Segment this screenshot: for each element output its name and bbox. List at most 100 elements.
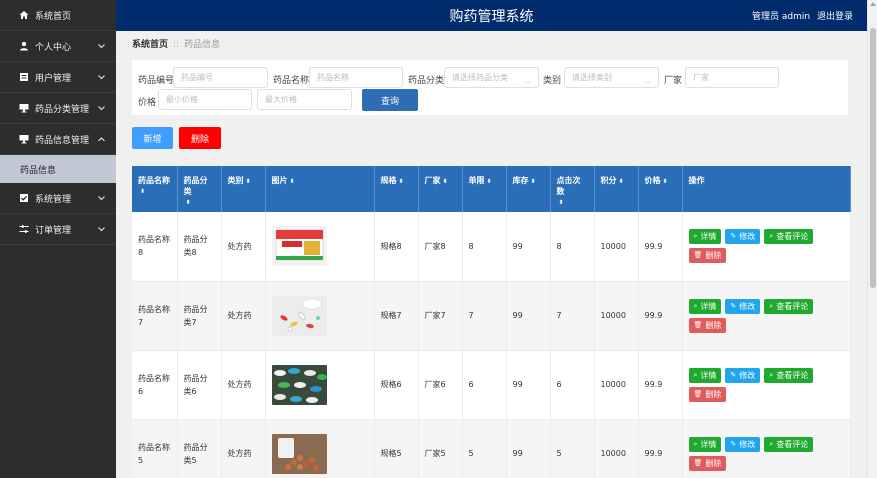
search-icon: ⌕ xyxy=(769,370,774,379)
maker-input[interactable]: 厂家 xyxy=(685,67,779,88)
chevron-down-icon: ⌵ xyxy=(524,77,531,86)
table-row: 药品名称7 药品分类7 处方药 规格7 厂家7 7 99 7 10000 99.… xyxy=(132,281,851,351)
cell-maker: 厂家7 xyxy=(418,281,463,351)
view-reviews-button[interactable]: ⌕ 查看评论 xyxy=(764,298,814,314)
column-header[interactable]: 类别 ⬍ xyxy=(221,166,266,212)
sidebar-item-home[interactable]: 系统首页 xyxy=(0,0,116,31)
sort-icon: ⬍ xyxy=(398,178,404,185)
edit-button[interactable]: ✎ 修改 xyxy=(725,436,761,452)
cell-spec: 规格8 xyxy=(374,212,419,282)
table-row: 药品名称6 药品分类6 处方药 规格6 厂家6 6 99 6 10000 99.… xyxy=(132,350,851,420)
cell-type: 处方药 xyxy=(221,350,266,420)
cell-image xyxy=(265,350,375,420)
query-button[interactable]: 查询 xyxy=(362,89,418,111)
add-button[interactable]: 新增 xyxy=(132,127,173,149)
detail-button[interactable]: ⌕ 详情 xyxy=(688,367,722,383)
column-header[interactable]: 积分 ⬍ xyxy=(594,166,639,212)
scroll-up-arrow-icon[interactable] xyxy=(870,2,876,6)
column-header[interactable]: 规格 ⬍ xyxy=(374,166,419,212)
edit-button[interactable]: ✎ 修改 xyxy=(725,229,761,245)
breadcrumb-separator: :: xyxy=(173,40,180,50)
column-header[interactable]: 药品名称 ⬍ xyxy=(132,166,178,212)
cell-price: 99.9 xyxy=(638,419,683,478)
sidebar-item-orders[interactable]: 订单管理 xyxy=(0,214,116,245)
column-header[interactable]: 厂家 ⬍ xyxy=(418,166,463,212)
cell-type: 处方药 xyxy=(221,281,266,351)
cell-type: 处方药 xyxy=(221,212,266,282)
cell-clicks: 6 xyxy=(550,350,595,420)
cell-price: 99.9 xyxy=(638,281,683,351)
cell-category: 药品分类5 xyxy=(177,419,222,478)
sort-icon: ⬍ xyxy=(185,199,191,206)
cell-points: 10000 xyxy=(594,212,639,282)
edit-icon: ✎ xyxy=(730,232,737,241)
view-reviews-button[interactable]: ⌕ 查看评论 xyxy=(764,436,814,452)
column-header[interactable]: 图片 ⬍ xyxy=(265,166,375,212)
sidebar-item-profile[interactable]: 个人中心 xyxy=(0,31,116,62)
cell-stock: 99 xyxy=(506,419,551,478)
sidebar-subitem-label: 药品信息 xyxy=(20,165,57,176)
delete-row-button[interactable]: 🗑 删除 xyxy=(688,386,727,402)
cell-points: 10000 xyxy=(594,350,639,420)
cell-name: 药品名称5 xyxy=(132,419,178,478)
sort-icon: ⬍ xyxy=(486,178,492,185)
pills-image[interactable] xyxy=(271,295,327,336)
sidebar-item-label: 订单管理 xyxy=(35,225,72,236)
name-input[interactable]: 药品名称 xyxy=(309,67,403,88)
type-select[interactable]: 请选择类别 ⌵ xyxy=(564,67,659,88)
min-price-input[interactable]: 最小价格 xyxy=(158,89,252,110)
batch-delete-button[interactable]: 删除 xyxy=(179,127,221,149)
sliders-icon xyxy=(18,224,29,235)
max-price-placeholder: 最大价格 xyxy=(265,95,297,104)
home-icon xyxy=(18,10,29,21)
capsules-image[interactable] xyxy=(271,364,327,405)
detail-button[interactable]: ⌕ 详情 xyxy=(688,229,722,245)
delete-row-button[interactable]: 🗑 删除 xyxy=(688,248,727,264)
detail-button[interactable]: ⌕ 详情 xyxy=(688,298,722,314)
drug-box-image[interactable] xyxy=(271,226,327,267)
logout-link[interactable]: 退出登录 xyxy=(817,12,853,22)
column-header[interactable]: 单限 ⬍ xyxy=(462,166,507,212)
column-header[interactable]: 药品分类 ⬍ xyxy=(177,166,222,212)
view-reviews-button[interactable]: ⌕ 查看评论 xyxy=(764,367,814,383)
cell-stock: 99 xyxy=(506,350,551,420)
detail-button[interactable]: ⌕ 详情 xyxy=(688,436,722,452)
sidebar-subitem-drug-info[interactable]: 药品信息 xyxy=(0,155,116,183)
code-input[interactable]: 药品编号 xyxy=(173,67,268,88)
breadcrumb-home[interactable]: 系统首页 xyxy=(132,40,168,50)
column-header[interactable]: 价格 ⬍ xyxy=(638,166,683,212)
page-scrollbar[interactable] xyxy=(867,0,877,478)
sidebar-item-drug-info[interactable]: 药品信息管理 xyxy=(0,124,116,155)
min-price-placeholder: 最小价格 xyxy=(166,95,198,104)
cell-clicks: 8 xyxy=(550,212,595,282)
jar-pills-image[interactable] xyxy=(271,433,327,474)
cell-category: 药品分类7 xyxy=(177,281,222,351)
users-icon xyxy=(18,72,29,83)
column-header[interactable]: 点击次数 ⬍ xyxy=(550,166,595,212)
sort-icon: ⬍ xyxy=(245,178,251,185)
delete-row-button[interactable]: 🗑 删除 xyxy=(688,317,727,333)
sidebar-item-label: 系统首页 xyxy=(35,11,72,22)
delete-row-button[interactable]: 🗑 删除 xyxy=(688,455,727,471)
max-price-input[interactable]: 最大价格 xyxy=(257,89,352,110)
column-header[interactable]: 库存 ⬍ xyxy=(506,166,551,212)
cell-price: 99.9 xyxy=(638,350,683,420)
edit-button[interactable]: ✎ 修改 xyxy=(725,367,761,383)
type-placeholder: 请选择类别 xyxy=(572,73,612,82)
sidebar-item-label: 系统管理 xyxy=(35,194,72,205)
sidebar-item-users[interactable]: 用户管理 xyxy=(0,62,116,93)
sidebar-item-system[interactable]: 系统管理 xyxy=(0,183,116,214)
category-select[interactable]: 请选择药品分类 ⌵ xyxy=(444,67,539,88)
category-placeholder: 请选择药品分类 xyxy=(452,73,508,82)
code-placeholder: 药品编号 xyxy=(181,73,213,82)
column-header: 操作 xyxy=(682,166,851,212)
view-reviews-button[interactable]: ⌕ 查看评论 xyxy=(764,229,814,245)
scrollbar-thumb[interactable] xyxy=(870,28,876,288)
maker-placeholder: 厂家 xyxy=(693,73,709,82)
sort-icon: ⬍ xyxy=(618,178,624,185)
edit-button[interactable]: ✎ 修改 xyxy=(725,298,761,314)
edit-icon: ✎ xyxy=(730,439,737,448)
cell-ops: ⌕ 详情 ✎ 修改 ⌕ 查看评论 🗑 删除 xyxy=(682,212,851,282)
search-icon: ⌕ xyxy=(693,301,698,310)
sidebar-item-drug-category[interactable]: 药品分类管理 xyxy=(0,93,116,124)
